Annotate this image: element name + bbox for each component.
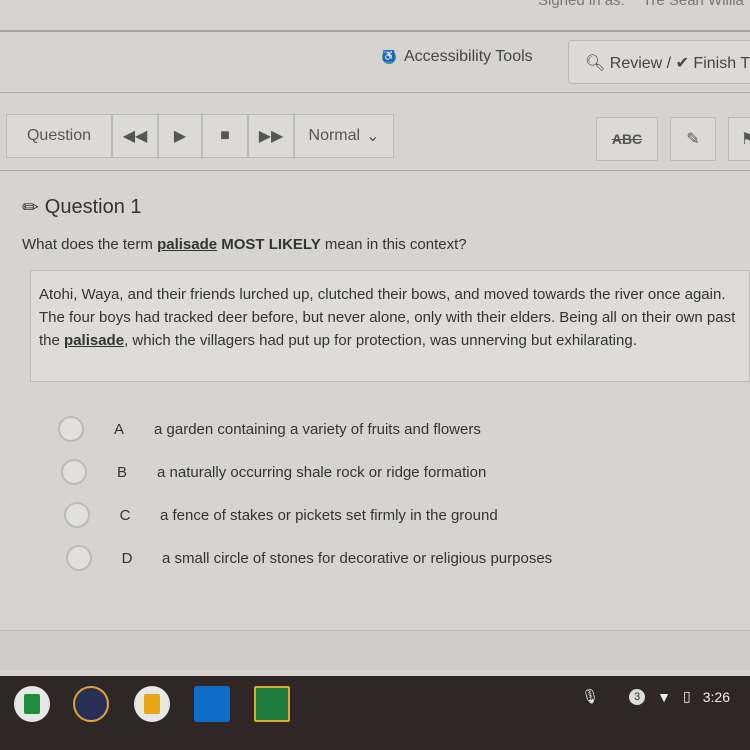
flag-button[interactable]: ⚑ — [728, 117, 750, 161]
chevron-down-icon: ⌄ — [366, 128, 380, 145]
play-button[interactable]: ▶ — [158, 114, 202, 158]
divider — [0, 170, 750, 171]
stop-button[interactable]: ■ — [202, 114, 248, 158]
prompt-term: palisade — [157, 236, 218, 253]
microphone-icon[interactable]: 🎙︎ — [581, 688, 599, 705]
system-tray[interactable]: 🎙︎ 3 ▼ ▯ 3:26 — [581, 688, 730, 705]
panel-footer — [0, 630, 750, 670]
option-c[interactable]: Ca fence of stakes or pickets set firmly… — [64, 502, 498, 528]
option-letter: C — [119, 506, 131, 524]
slides-icon[interactable] — [134, 686, 170, 722]
passage: Atohi, Waya, and their friends lurched u… — [30, 270, 750, 382]
option-d[interactable]: Da small circle of stones for decorative… — [66, 545, 552, 571]
notification-badge[interactable]: 3 — [629, 688, 646, 705]
search-icon: 🔍︎ — [585, 55, 610, 72]
prompt-emphasis: MOST LIKELY — [217, 236, 321, 253]
clock[interactable]: 3:26 — [703, 689, 730, 705]
passage-term: palisade — [64, 332, 125, 349]
speed-value: Normal — [308, 127, 361, 144]
question-title: Question 1 — [44, 196, 142, 218]
strikethrough-button[interactable]: ABC — [596, 117, 658, 161]
classroom-icon[interactable] — [254, 686, 290, 722]
speed-select[interactable]: Normal ⌄ — [294, 114, 394, 158]
option-a[interactable]: Aa garden containing a variety of fruits… — [58, 416, 481, 442]
toolbar: Question ◀◀ ▶ ■ ▶▶ Normal ⌄ — [6, 114, 394, 158]
review-finish-button[interactable]: 🔍︎ Review / ✔ Finish T — [568, 40, 750, 84]
radio-button[interactable] — [61, 459, 87, 485]
radio-button[interactable] — [58, 416, 84, 442]
review-label: Review / ✔ Finish T — [609, 55, 750, 72]
prompt-text: What does the term — [22, 236, 158, 253]
divider — [0, 92, 750, 93]
question-label: Question — [6, 114, 112, 158]
option-text: a small circle of stones for decorative … — [162, 549, 553, 567]
signed-in: Signed in as: Tre Sean Willia — [520, 0, 744, 9]
divider — [0, 30, 750, 32]
wifi-icon: ▼ — [657, 688, 672, 705]
forward-button[interactable]: ▶▶ — [248, 114, 294, 158]
option-letter: D — [121, 549, 133, 567]
option-letter: B — [116, 463, 127, 481]
option-text: a naturally occurring shale rock or ridg… — [157, 463, 487, 481]
accessibility-tools-button[interactable]: ♿ Accessibility Tools — [382, 48, 533, 66]
prompt-text: mean in this context? — [320, 236, 467, 253]
question-header: ✏ Question 1 — [22, 195, 142, 220]
option-letter: A — [113, 420, 124, 438]
sheets-icon[interactable] — [14, 686, 50, 722]
rewind-button[interactable]: ◀◀ — [112, 114, 158, 158]
taskbar: 🎙︎ 3 ▼ ▯ 3:26 — [0, 676, 750, 750]
option-text: a garden containing a variety of fruits … — [154, 420, 481, 438]
option-b[interactable]: Ba naturally occurring shale rock or rid… — [61, 459, 486, 485]
pencil-icon: ✏ — [22, 197, 39, 219]
radio-button[interactable] — [64, 502, 90, 528]
tools-right: ABC ✎ ⚑ — [596, 117, 750, 161]
edit-icon[interactable]: ✎ — [670, 117, 716, 161]
user-name: Tre Sean Willia — [642, 0, 744, 9]
power-icon[interactable] — [73, 686, 109, 722]
option-text: a fence of stakes or pickets set firmly … — [160, 506, 498, 524]
outlook-icon[interactable] — [194, 686, 230, 722]
passage-text: , which the villagers had put up for pro… — [124, 332, 637, 349]
question-prompt: What does the term palisade MOST LIKELY … — [22, 236, 467, 253]
battery-icon: ▯ — [683, 688, 691, 704]
signed-in-label: Signed in as: — [538, 0, 625, 9]
radio-button[interactable] — [66, 545, 92, 571]
accessibility-label: Accessibility Tools — [404, 48, 533, 65]
accessibility-icon: ♿ — [382, 50, 396, 64]
